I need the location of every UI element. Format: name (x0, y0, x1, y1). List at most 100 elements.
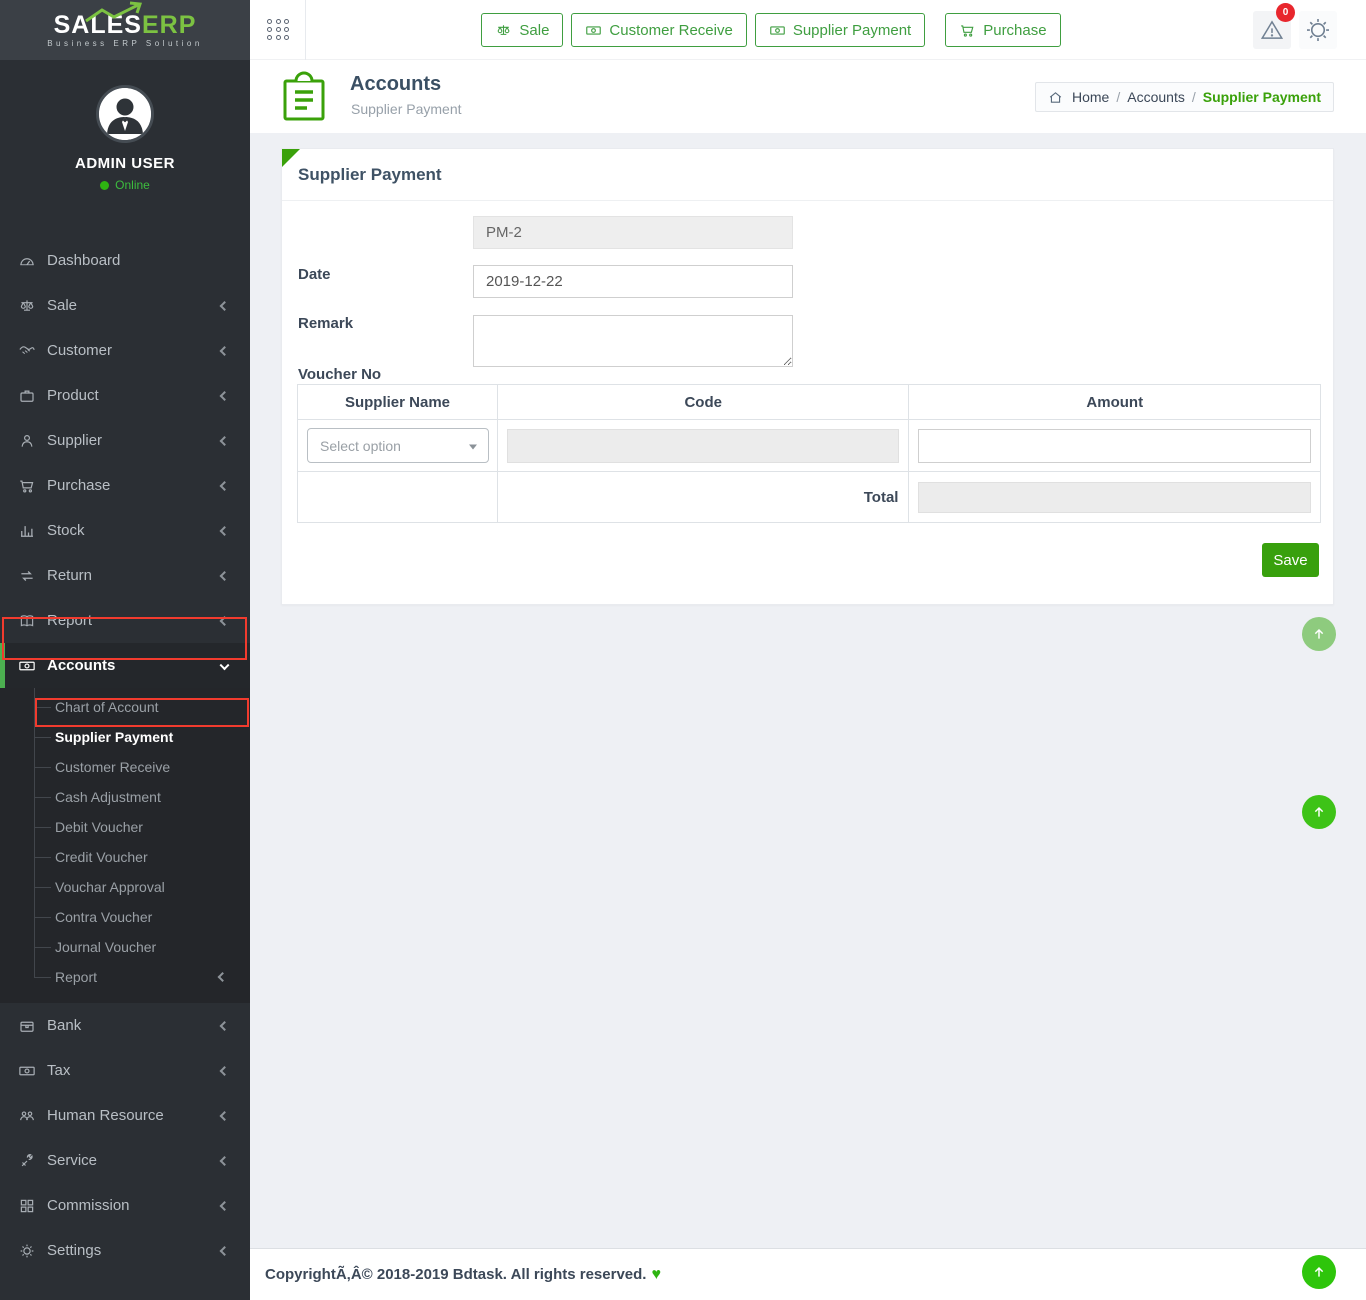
customer-receive-button-label: Customer Receive (609, 22, 732, 39)
sidebar-item-commission[interactable]: Commission (0, 1183, 250, 1228)
supplier-payment-panel: Supplier Payment Voucher No Date Remark … (281, 148, 1334, 605)
chevron-left-icon (220, 436, 230, 446)
sidebar-item-label: Bank (47, 1017, 81, 1034)
handshake-icon (18, 342, 36, 360)
column-header-code: Code (497, 385, 908, 420)
money-icon (18, 657, 36, 675)
brand-tagline: Business ERP Solution (47, 39, 203, 48)
sidebar-item-human-resource[interactable]: Human Resource (0, 1093, 250, 1138)
sidebar-item-label: Product (47, 387, 99, 404)
purchase-button[interactable]: Purchase (945, 13, 1060, 47)
sale-button[interactable]: Sale (481, 13, 563, 47)
caret-down-icon (469, 444, 477, 449)
sidebar-item-label: Supplier (47, 432, 102, 449)
online-dot (100, 181, 109, 190)
heart-icon: ♥ (651, 1266, 661, 1284)
sidebar-item-stock[interactable]: Stock (0, 508, 250, 553)
submenu-item-chart-of-account[interactable]: Chart of Account (0, 692, 250, 722)
scroll-to-top-button[interactable] (1302, 617, 1336, 651)
submenu-item-report[interactable]: Report (0, 962, 250, 992)
settings-button[interactable] (1299, 11, 1337, 49)
voucher-no-label: Voucher No (298, 366, 381, 383)
sidebar-item-label: Customer (47, 342, 112, 359)
money-icon (18, 1062, 36, 1080)
briefcase-icon (18, 387, 36, 405)
sidebar-item-dashboard[interactable]: Dashboard (0, 238, 250, 283)
voucher-no-input[interactable] (473, 216, 793, 249)
submenu-item-contra-voucher[interactable]: Contra Voucher (0, 902, 250, 932)
code-input[interactable] (507, 429, 899, 463)
topbar: Sale Customer Receive Supplier Payment P… (250, 0, 1366, 60)
sidebar-item-label: Human Resource (47, 1107, 164, 1124)
sale-button-label: Sale (519, 22, 549, 39)
submenu-label: Cash Adjustment (55, 789, 161, 805)
sidebar-item-sale[interactable]: Sale (0, 283, 250, 328)
notification-badge: 0 (1276, 3, 1295, 22)
submenu-item-journal-voucher[interactable]: Journal Voucher (0, 932, 250, 962)
customer-receive-button[interactable]: Customer Receive (571, 13, 746, 47)
money-icon (769, 22, 786, 39)
sidebar-item-label: Sale (47, 297, 77, 314)
sidebar-item-report[interactable]: Report (0, 598, 250, 643)
breadcrumb-home[interactable]: Home (1072, 89, 1109, 105)
chevron-down-icon (220, 660, 230, 670)
submenu-item-vouchar-approval[interactable]: Vouchar Approval (0, 872, 250, 902)
chevron-left-icon (220, 346, 230, 356)
growth-arrow-icon (82, 1, 152, 23)
remark-textarea[interactable] (473, 315, 793, 367)
amount-input[interactable] (918, 429, 1311, 463)
sidebar-item-service[interactable]: Service (0, 1138, 250, 1183)
submenu-item-supplier-payment[interactable]: Supplier Payment (0, 722, 250, 752)
scroll-to-top-button[interactable] (1302, 795, 1336, 829)
submenu-item-customer-receive[interactable]: Customer Receive (0, 752, 250, 782)
sidebar-item-accounts[interactable]: Accounts (0, 643, 250, 688)
gear-icon (18, 1242, 36, 1260)
menu-grid-icon[interactable] (267, 19, 291, 41)
supplier-payment-button[interactable]: Supplier Payment (755, 13, 925, 47)
purchase-button-label: Purchase (983, 22, 1046, 39)
total-input[interactable] (918, 482, 1311, 513)
sidebar-item-bank[interactable]: Bank (0, 1003, 250, 1048)
submenu-label: Journal Voucher (55, 939, 156, 955)
supplier-select[interactable]: Select option (307, 428, 489, 463)
sidebar-item-product[interactable]: Product (0, 373, 250, 418)
arrow-up-icon (1311, 626, 1327, 642)
sidebar-item-label: Settings (47, 1242, 101, 1259)
tools-icon (18, 1152, 36, 1170)
brand-title: SALESERP (54, 13, 197, 37)
page-header: Accounts Supplier Payment Home / Account… (250, 60, 1366, 133)
submenu-label: Supplier Payment (55, 729, 173, 745)
submenu-label: Credit Voucher (55, 849, 148, 865)
column-header-supplier-name: Supplier Name (298, 385, 498, 420)
page-subtitle: Supplier Payment (351, 101, 462, 117)
money-icon (585, 22, 602, 39)
people-icon (18, 1107, 36, 1125)
sidebar-item-customer[interactable]: Customer (0, 328, 250, 373)
arrow-up-icon (1311, 1264, 1327, 1280)
total-label: Total (497, 472, 908, 523)
date-input[interactable] (473, 265, 793, 298)
submenu-item-credit-voucher[interactable]: Credit Voucher (0, 842, 250, 872)
chevron-left-icon (220, 1021, 230, 1031)
sidebar-item-label: Purchase (47, 477, 110, 494)
sidebar-item-label: Commission (47, 1197, 130, 1214)
avatar[interactable] (96, 85, 154, 143)
sidebar-item-tax[interactable]: Tax (0, 1048, 250, 1093)
save-button[interactable]: Save (1262, 543, 1319, 577)
breadcrumb-separator: / (1116, 89, 1120, 105)
brand-logo[interactable]: SALESERP Business ERP Solution (0, 0, 250, 60)
submenu-label: Vouchar Approval (55, 879, 165, 895)
sidebar-item-return[interactable]: Return (0, 553, 250, 598)
sidebar-item-supplier[interactable]: Supplier (0, 418, 250, 463)
breadcrumb-accounts[interactable]: Accounts (1127, 89, 1185, 105)
submenu-item-cash-adjustment[interactable]: Cash Adjustment (0, 782, 250, 812)
scroll-to-top-button[interactable] (1302, 1255, 1336, 1289)
user-status: Online (0, 178, 250, 192)
panel-fold-corner (282, 149, 300, 167)
sidebar-item-label: Return (47, 567, 92, 584)
submenu-item-debit-voucher[interactable]: Debit Voucher (0, 812, 250, 842)
sidebar-item-purchase[interactable]: Purchase (0, 463, 250, 508)
chevron-left-icon (220, 301, 230, 311)
grid-icon (18, 1197, 36, 1215)
sidebar-item-settings[interactable]: Settings (0, 1228, 250, 1273)
